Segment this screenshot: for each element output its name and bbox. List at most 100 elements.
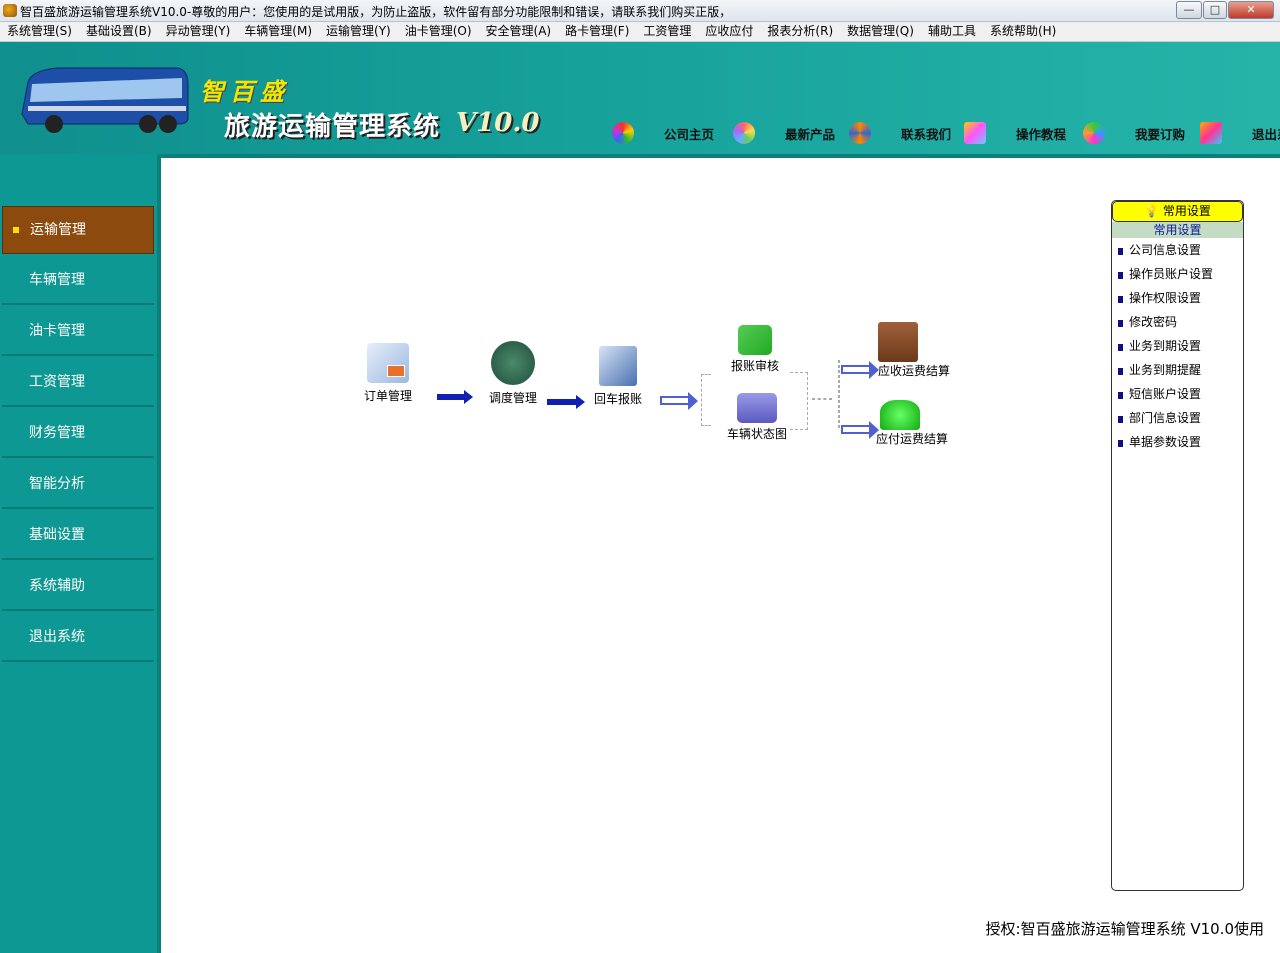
sidebar-item-basic-settings[interactable]: 基础设置 [2, 512, 154, 560]
menu-basic-settings[interactable]: 基础设置(B) [86, 22, 152, 41]
sidebar: 运输管理 车辆管理 油卡管理 工资管理 财务管理 智能分析 基础设置 系统辅助 … [0, 154, 157, 953]
flow-outline-arrow-icon [660, 392, 698, 410]
flow-connector [790, 372, 808, 430]
flow-vehicle-status[interactable]: 车辆状态图 [722, 393, 792, 442]
title-bar: 智百盛旅游运输管理系统V10.0-尊敬的用户：您使用的是试用版，为防止盗版，软件… [0, 0, 1280, 22]
sidebar-item-salary[interactable]: 工资管理 [2, 359, 154, 407]
header-banner: 智百盛 旅游运输管理系统 V10.0 公司主页 最新产品 联系我们 操作教程 我… [0, 42, 1280, 154]
tutorial-icon [964, 122, 986, 144]
flow-outline-arrow-icon [841, 421, 879, 439]
link-chain-icon [849, 122, 871, 144]
audit-icon [738, 325, 772, 355]
flow-return-report[interactable]: 回车报账 [590, 346, 646, 407]
active-marker-icon [13, 227, 19, 233]
menu-road-card[interactable]: 路卡管理(F) [565, 22, 629, 41]
license-footer: 授权:智百盛旅游运输管理系统 V10.0使用 [985, 920, 1264, 938]
flow-connector [701, 374, 711, 426]
flow-receivable-settlement[interactable]: 应收运费结算 [878, 322, 954, 379]
flow-label: 报账审核 [730, 359, 779, 373]
lightbulb-icon: 💡 [1144, 204, 1160, 218]
flow-label: 调度管理 [488, 391, 537, 405]
menu-bar: 系统管理(S) 基础设置(B) 异动管理(Y) 车辆管理(M) 运输管理(Y) … [0, 22, 1280, 42]
link-label: 联系我们 [901, 126, 952, 142]
flower-icon [733, 122, 755, 144]
maximize-button[interactable]: □ [1203, 1, 1227, 19]
menu-help[interactable]: 系统帮助(H) [990, 22, 1056, 41]
menu-data[interactable]: 数据管理(Q) [847, 22, 914, 41]
document-car-icon [599, 346, 637, 386]
settings-company-info[interactable]: 公司信息设置 [1112, 238, 1243, 262]
sidebar-item-system-aux[interactable]: 系统辅助 [2, 563, 154, 611]
close-button[interactable]: ✕ [1228, 1, 1274, 19]
link-label: 最新产品 [785, 126, 836, 142]
link-label: 公司主页 [664, 126, 715, 142]
menu-fuel-card[interactable]: 油卡管理(O) [405, 22, 472, 41]
settings-expiry-reminder[interactable]: 业务到期提醒 [1112, 358, 1243, 382]
link-new-products[interactable]: 最新产品 [733, 122, 835, 144]
menu-changes[interactable]: 异动管理(Y) [166, 22, 231, 41]
flow-connector [838, 360, 840, 428]
flow-label: 订单管理 [363, 389, 412, 403]
link-tutorial[interactable]: 操作教程 [964, 122, 1066, 144]
link-label: 我要订购 [1135, 126, 1186, 142]
panel-title: 常用设置 [1162, 204, 1211, 218]
flow-label: 应收运费结算 [878, 364, 951, 378]
flow-outline-arrow-icon [841, 361, 879, 379]
sidebar-item-analysis[interactable]: 智能分析 [2, 461, 154, 509]
sidebar-item-transport[interactable]: 运输管理 [2, 206, 154, 254]
flow-arrow-icon [437, 390, 473, 404]
sidebar-item-vehicles[interactable]: 车辆管理 [2, 257, 154, 305]
settings-sms-account[interactable]: 短信账户设置 [1112, 382, 1243, 406]
flow-payable-settlement[interactable]: 应付运费结算 [876, 400, 952, 447]
bus-logo-icon [21, 67, 189, 133]
link-label: 操作教程 [1016, 126, 1067, 142]
users-icon [491, 341, 535, 385]
panel-header[interactable]: 💡 常用设置 [1112, 201, 1243, 222]
sidebar-item-fuel-card[interactable]: 油卡管理 [2, 308, 154, 356]
network-icon [880, 400, 920, 430]
sidebar-item-finance[interactable]: 财务管理 [2, 410, 154, 458]
settings-department[interactable]: 部门信息设置 [1112, 406, 1243, 430]
app-icon [3, 4, 17, 17]
common-settings-panel: 💡 常用设置 常用设置 公司信息设置 操作员账户设置 操作权限设置 修改密码 业… [1111, 200, 1244, 891]
flow-audit[interactable]: 报账审核 [725, 325, 785, 374]
settings-operator-account[interactable]: 操作员账户设置 [1112, 262, 1243, 286]
flow-connector [812, 398, 832, 400]
flow-dispatch-management[interactable]: 调度管理 [485, 341, 541, 406]
link-exit-system[interactable]: 退出系统 [1200, 122, 1280, 144]
system-title: 旅游运输管理系统 [224, 112, 441, 142]
settings-expiry[interactable]: 业务到期设置 [1112, 334, 1243, 358]
settings-permissions[interactable]: 操作权限设置 [1112, 286, 1243, 310]
settings-document-params[interactable]: 单据参数设置 [1112, 430, 1243, 454]
menu-system[interactable]: 系统管理(S) [7, 22, 72, 41]
folder-card-icon [367, 343, 409, 383]
boxes-icon [878, 322, 918, 362]
brand-name: 智百盛 [200, 78, 290, 106]
minimize-button[interactable]: — [1176, 1, 1202, 19]
version-label: V10.0 [456, 108, 540, 138]
flow-arrow-icon [547, 395, 585, 409]
flow-label: 回车报账 [593, 392, 642, 406]
flow-order-management[interactable]: 订单管理 [360, 343, 416, 404]
pinwheel-icon [612, 122, 634, 144]
window-title: 智百盛旅游运输管理系统V10.0-尊敬的用户：您使用的是试用版，为防止盗版，软件… [20, 5, 732, 19]
menu-receivable-payable[interactable]: 应收应付 [705, 22, 753, 41]
panel-subtitle: 常用设置 [1112, 222, 1243, 238]
menu-reports[interactable]: 报表分析(R) [767, 22, 833, 41]
menu-safety[interactable]: 安全管理(A) [486, 22, 552, 41]
menu-transport[interactable]: 运输管理(Y) [326, 22, 391, 41]
sidebar-item-label: 运输管理 [30, 222, 86, 238]
sidebar-item-exit[interactable]: 退出系统 [2, 614, 154, 662]
link-order[interactable]: 我要订购 [1083, 122, 1185, 144]
link-company-home[interactable]: 公司主页 [612, 122, 714, 144]
flow-label: 应付运费结算 [876, 432, 949, 446]
flow-label: 车辆状态图 [726, 427, 787, 441]
link-contact-us[interactable]: 联系我们 [849, 122, 951, 144]
settings-change-password[interactable]: 修改密码 [1112, 310, 1243, 334]
menu-tools[interactable]: 辅助工具 [928, 22, 976, 41]
order-icon [1083, 122, 1105, 144]
menu-vehicles[interactable]: 车辆管理(M) [244, 22, 312, 41]
search-exit-icon [1200, 122, 1222, 144]
menu-salary[interactable]: 工资管理 [643, 22, 691, 41]
truck-icon [737, 393, 777, 423]
